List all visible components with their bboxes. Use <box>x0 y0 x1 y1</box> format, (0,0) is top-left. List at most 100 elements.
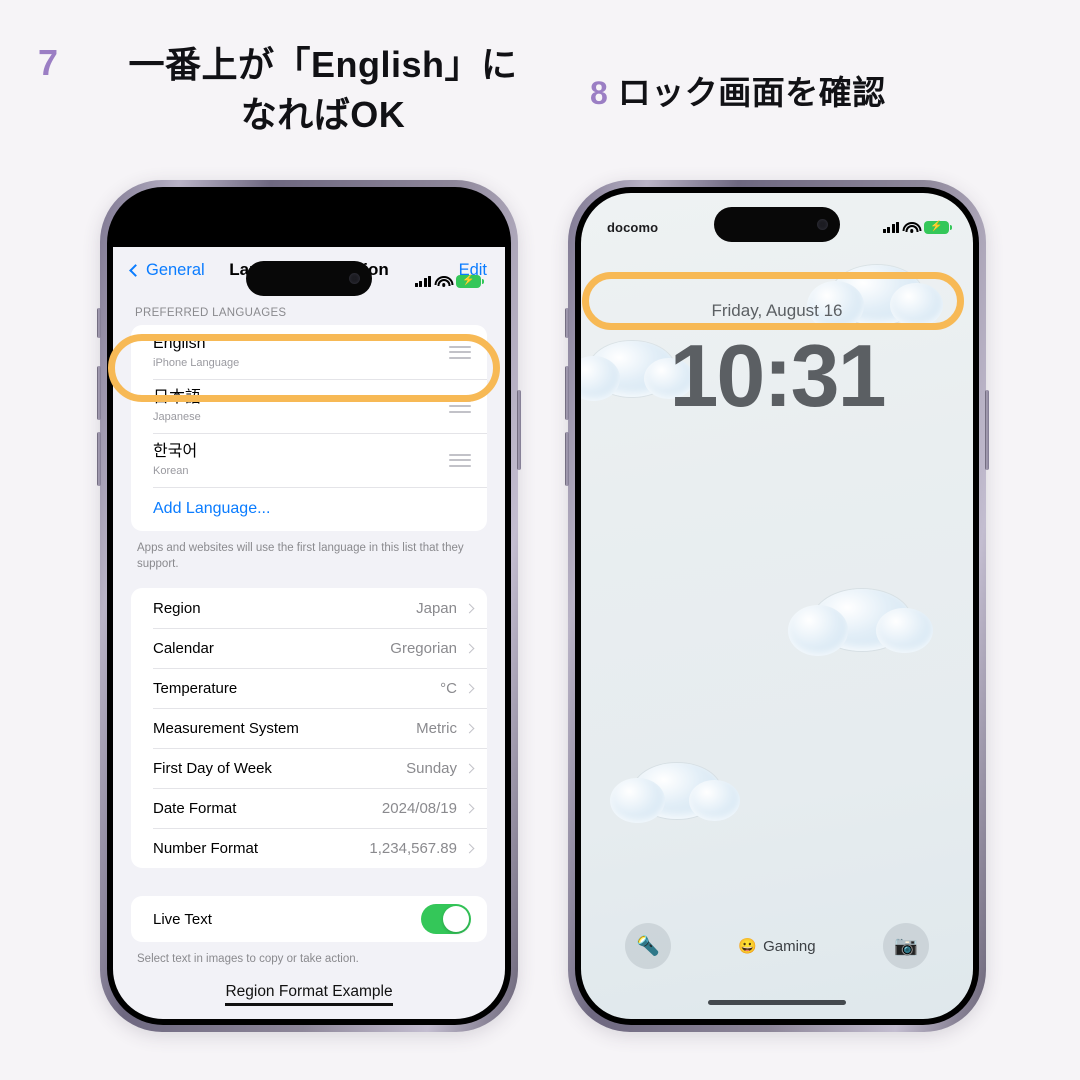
setting-row-number-format[interactable]: Number Format 1,234,567.89 <box>131 828 487 868</box>
focus-mode-label: Gaming <box>763 937 816 955</box>
language-text-group: English iPhone Language <box>153 334 239 370</box>
settings-app: ⚡ General Language & Region Edit PREFERR… <box>113 247 505 1019</box>
dynamic-island <box>246 261 372 296</box>
flashlight-icon: 🔦 <box>636 936 660 957</box>
language-subtitle: Japanese <box>153 411 201 423</box>
languages-footnote: Apps and websites will use the first lan… <box>137 542 464 570</box>
chevron-right-icon <box>464 803 475 813</box>
languages-card: English iPhone Language 日本語 Japanese 한국어… <box>131 325 487 531</box>
volume-up-button[interactable] <box>565 366 569 420</box>
phone-right-bezel: docomo ⚡ Friday, August 16 10:31 🔦 😀 Gam… <box>575 187 979 1025</box>
setting-value: Sunday <box>406 759 457 777</box>
setting-label: Date Format <box>153 799 237 817</box>
home-indicator[interactable] <box>708 1000 846 1005</box>
setting-row-first-day-of-week[interactable]: First Day of Week Sunday <box>131 748 487 788</box>
setting-label: Region <box>153 599 201 617</box>
volume-down-button[interactable] <box>97 432 101 486</box>
setting-label: Number Format <box>153 839 259 857</box>
dynamic-island <box>714 207 840 242</box>
wifi-icon <box>436 276 451 287</box>
setting-value: Gregorian <box>390 639 457 657</box>
setting-row-region[interactable]: Region Japan <box>131 588 487 628</box>
setting-value: °C <box>440 679 457 697</box>
step-8-text: ロック画面を確認 <box>617 74 886 111</box>
setting-label: Temperature <box>153 679 238 697</box>
live-text-card: Live Text <box>131 896 487 942</box>
language-row-japanese[interactable]: 日本語 Japanese <box>131 379 487 433</box>
focus-mode-indicator[interactable]: 😀 Gaming <box>738 937 816 956</box>
battery-bolt-icon: ⚡ <box>930 221 943 232</box>
battery-bolt-icon: ⚡ <box>462 275 475 286</box>
reorder-handle-icon[interactable] <box>449 399 471 413</box>
wifi-icon <box>904 222 919 233</box>
signal-icon <box>414 275 431 287</box>
language-text-group: 日本語 Japanese <box>153 388 201 424</box>
front-camera-icon <box>817 219 828 230</box>
lock-screen: docomo ⚡ Friday, August 16 10:31 🔦 😀 Gam… <box>581 193 973 1019</box>
chevron-right-icon <box>464 683 475 693</box>
phone-right-screen: docomo ⚡ Friday, August 16 10:31 🔦 😀 Gam… <box>581 193 973 1019</box>
focus-emoji-icon: 😀 <box>738 938 758 955</box>
step-8-number: 8 <box>590 75 608 111</box>
action-button[interactable] <box>565 308 569 338</box>
setting-row-measurement-system[interactable]: Measurement System Metric <box>131 708 487 748</box>
language-row-english[interactable]: English iPhone Language <box>131 325 487 379</box>
battery-charging-icon: ⚡ <box>924 220 952 234</box>
language-subtitle: Korean <box>153 465 189 477</box>
language-subtitle: iPhone Language <box>153 357 240 369</box>
volume-up-button[interactable] <box>97 366 101 420</box>
language-row-korean[interactable]: 한국어 Korean <box>131 433 487 487</box>
setting-value: Metric <box>416 719 457 737</box>
lock-screen-bottom-bar: 🔦 😀 Gaming 📷 <box>581 923 973 969</box>
power-button[interactable] <box>517 390 521 470</box>
step-8-heading: 8 ロック画面を確認 <box>590 72 1010 114</box>
region-settings-card: Region Japan Calendar Gregorian Temperat… <box>131 588 487 868</box>
signal-icon <box>882 221 899 233</box>
phone-left-screen: ⚡ General Language & Region Edit PREFERR… <box>113 193 505 1019</box>
language-name: English <box>153 335 206 352</box>
chevron-right-icon <box>464 723 475 733</box>
chevron-right-icon <box>464 763 475 773</box>
language-name: 日本語 <box>153 389 202 406</box>
live-text-footnote: Select text in images to copy or take ac… <box>137 953 359 965</box>
live-text-toggle[interactable] <box>421 904 471 934</box>
setting-row-temperature[interactable]: Temperature °C <box>131 668 487 708</box>
front-camera-icon <box>349 273 360 284</box>
volume-down-button[interactable] <box>565 432 569 486</box>
reorder-handle-icon[interactable] <box>449 345 471 359</box>
phone-left-settings: ⚡ General Language & Region Edit PREFERR… <box>97 180 521 1032</box>
chevron-right-icon <box>464 643 475 653</box>
region-format-example-label: Region Format Example <box>225 983 393 1000</box>
setting-value: 2024/08/19 <box>381 799 457 817</box>
setting-label: First Day of Week <box>153 759 272 777</box>
status-icons-group: ⚡ <box>882 220 952 234</box>
step-7-line2: なればOK <box>240 94 406 135</box>
lock-screen-time: 10:31 <box>669 326 886 425</box>
live-text-label: Live Text <box>153 910 212 928</box>
action-button[interactable] <box>97 308 101 338</box>
setting-row-date-format[interactable]: Date Format 2024/08/19 <box>131 788 487 828</box>
lock-screen-date: Friday, August 16 <box>711 301 843 320</box>
language-name: 한국어 <box>153 443 198 460</box>
setting-row-calendar[interactable]: Calendar Gregorian <box>131 628 487 668</box>
chevron-right-icon <box>464 603 475 613</box>
camera-icon: 📷 <box>894 936 918 957</box>
flashlight-button[interactable]: 🔦 <box>625 923 671 969</box>
step-7-line1: 一番上が「English」に <box>128 44 518 85</box>
setting-value: Japan <box>416 599 457 617</box>
carrier-label: docomo <box>607 219 659 235</box>
cloud-decoration <box>787 589 933 656</box>
power-button[interactable] <box>985 390 989 470</box>
step-7-heading: 7 一番上が「English」に なればOK <box>38 40 558 140</box>
live-text-row[interactable]: Live Text <box>131 896 487 942</box>
setting-label: Measurement System <box>153 719 299 737</box>
setting-value: 1,234,567.89 <box>369 839 457 857</box>
add-language-button[interactable]: Add Language... <box>131 487 487 531</box>
region-format-example-header: Region Format Example <box>113 967 505 1006</box>
reorder-handle-icon[interactable] <box>449 453 471 467</box>
step-7-number: 7 <box>38 42 59 83</box>
camera-button[interactable]: 📷 <box>883 923 929 969</box>
step-7-text: 一番上が「English」に なればOK <box>88 40 558 140</box>
battery-charging-icon: ⚡ <box>456 274 484 288</box>
phone-right-lockscreen: docomo ⚡ Friday, August 16 10:31 🔦 😀 Gam… <box>565 180 989 1032</box>
